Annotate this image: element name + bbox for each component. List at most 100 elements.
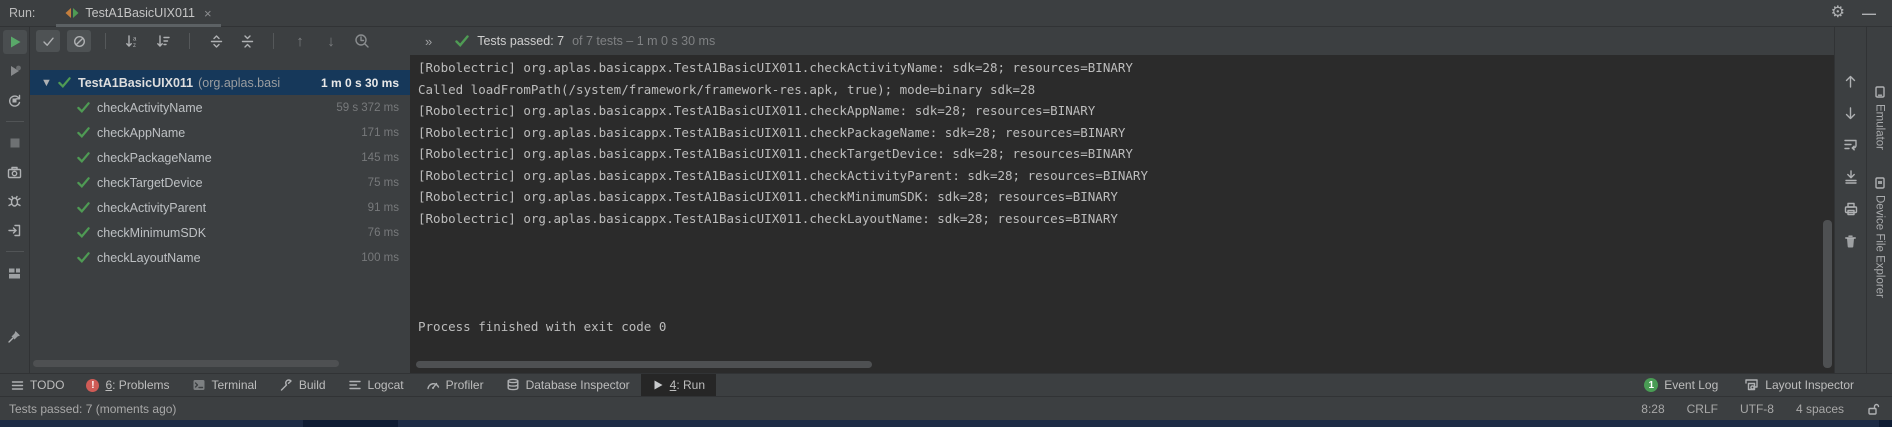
tool-button-terminal[interactable]: Terminal <box>181 374 268 396</box>
test-passed-icon <box>77 176 90 189</box>
test-row[interactable]: checkActivityParent 91 ms <box>30 195 410 220</box>
test-row[interactable]: checkActivityName 59 s 372 ms <box>30 95 410 120</box>
scroll-to-end-icon[interactable] <box>1839 165 1863 189</box>
test-name: checkLayoutName <box>97 251 201 265</box>
tool-button-label: 4: Run <box>670 378 705 392</box>
run-config-tab[interactable]: TestA1BasicUIX011 × <box>56 0 220 26</box>
suite-package: (org.aplas.basi <box>198 76 280 90</box>
test-duration: 171 ms <box>361 127 410 139</box>
print-icon[interactable] <box>1839 197 1863 221</box>
console-output: [Robolectric] org.aplas.basicappx.TestA1… <box>410 55 1834 373</box>
tool-button-logcat[interactable]: Logcat <box>337 374 415 396</box>
test-row[interactable]: checkAppName 171 ms <box>30 120 410 145</box>
restore-layout-icon[interactable] <box>3 261 27 285</box>
toggle-auto-test-button[interactable] <box>3 88 27 112</box>
test-row[interactable]: checkLayoutName 100 ms <box>30 245 410 270</box>
tool-button-build[interactable]: Build <box>268 374 337 396</box>
database-icon <box>506 378 520 392</box>
bottom-tool-window-bar: TODO ! 6: Problems Terminal Build Logcat <box>0 373 1892 396</box>
test-tree-panel: ▼ TestA1BasicUIX011 (org.aplas.basi 1 m … <box>30 55 410 373</box>
pin-tab-icon[interactable] <box>3 324 27 348</box>
test-duration: 59 s 372 ms <box>336 102 410 114</box>
chevron-down-icon[interactable]: ▼ <box>41 77 53 89</box>
show-passed-toggle[interactable] <box>36 30 60 52</box>
lock-icon[interactable] <box>1866 402 1880 416</box>
test-name: checkAppName <box>97 126 185 140</box>
tool-button-label: Device File Explorer <box>1874 195 1886 298</box>
caret-position[interactable]: 8:28 <box>1641 402 1664 416</box>
device-file-explorer-icon <box>1873 176 1887 190</box>
line-separator[interactable]: CRLF <box>1687 402 1718 416</box>
tool-button-label: Database Inspector <box>526 378 630 392</box>
rerun-button[interactable] <box>3 30 27 54</box>
emulator-icon <box>1873 85 1887 99</box>
test-passed-icon <box>58 76 71 89</box>
jump-to-console-icon[interactable] <box>3 218 27 242</box>
run-tool-window: Run: TestA1BasicUIX011 × ⚙ — <box>0 0 1892 427</box>
tool-button-emulator[interactable]: Emulator <box>1873 85 1887 150</box>
bottom-strip <box>0 420 1892 427</box>
show-ignored-toggle[interactable] <box>67 30 91 52</box>
gear-icon[interactable]: ⚙ <box>1831 5 1845 21</box>
down-stacktrace-icon[interactable] <box>1839 101 1863 125</box>
test-suite-row[interactable]: ▼ TestA1BasicUIX011 (org.aplas.basi 1 m … <box>30 70 410 95</box>
tab-close-icon[interactable]: × <box>204 6 212 21</box>
test-passed-icon <box>77 201 90 214</box>
console-line: [Robolectric] org.aplas.basicappx.TestA1… <box>418 208 1834 230</box>
tool-button-layout-inspector[interactable]: Layout Inspector <box>1744 378 1854 392</box>
svg-text:z: z <box>133 43 136 49</box>
test-row[interactable]: checkPackageName 145 ms <box>30 145 410 170</box>
tab-title: TestA1BasicUIX011 <box>85 6 195 20</box>
test-history-icon[interactable] <box>350 30 374 52</box>
console-line: [Robolectric] org.aplas.basicappx.TestA1… <box>418 165 1834 187</box>
android-test-config-icon <box>65 6 79 20</box>
test-row[interactable]: checkMinimumSDK 76 ms <box>30 220 410 245</box>
tool-button-problems[interactable]: ! 6: Problems <box>75 374 180 396</box>
right-tool-window-bar: Emulator Device File Explorer <box>1866 27 1892 373</box>
tool-button-event-log[interactable]: 1 Event Log <box>1644 378 1718 392</box>
console-vertical-scrollbar[interactable] <box>1823 220 1832 368</box>
rerun-failed-tests-button[interactable] <box>3 59 27 83</box>
attach-debugger-icon[interactable] <box>3 189 27 213</box>
tool-button-label: TODO <box>30 378 64 392</box>
console-line: [Robolectric] org.aplas.basicappx.TestA1… <box>418 143 1834 165</box>
tool-button-run[interactable]: 4: Run <box>641 374 716 396</box>
more-actions-chevrons[interactable]: » <box>425 34 433 49</box>
error-icon: ! <box>86 379 99 392</box>
test-row[interactable]: checkTargetDevice 75 ms <box>30 170 410 195</box>
previous-failed-test-icon[interactable]: ↑ <box>288 30 312 52</box>
file-encoding[interactable]: UTF-8 <box>1740 402 1774 416</box>
stop-button[interactable] <box>3 131 27 155</box>
test-passed-icon <box>77 151 90 164</box>
console-horizontal-scrollbar[interactable] <box>416 361 872 368</box>
tool-button-label: Event Log <box>1664 378 1718 392</box>
up-stacktrace-icon[interactable] <box>1839 69 1863 93</box>
tool-button-database-inspector[interactable]: Database Inspector <box>495 374 641 396</box>
run-header: Run: TestA1BasicUIX011 × ⚙ — <box>0 0 1892 27</box>
dump-threads-icon[interactable] <box>3 160 27 184</box>
soft-wrap-icon[interactable] <box>1839 133 1863 157</box>
test-duration: 75 ms <box>368 177 410 189</box>
sort-alphabetically-icon[interactable]: a z <box>120 30 144 52</box>
tool-button-todo[interactable]: TODO <box>0 374 75 396</box>
tool-button-device-file-explorer[interactable]: Device File Explorer <box>1873 176 1887 298</box>
hide-window-icon[interactable]: — <box>1862 6 1876 20</box>
console-right-toolbar <box>1834 27 1866 373</box>
toolbar-separator <box>273 33 274 49</box>
toolbar-separator <box>105 33 106 49</box>
indent-setting[interactable]: 4 spaces <box>1796 402 1844 416</box>
active-tab-indicator <box>56 24 220 27</box>
sort-by-duration-icon[interactable] <box>151 30 175 52</box>
next-failed-test-icon[interactable]: ↓ <box>319 30 343 52</box>
summary-passed-text: Tests passed: 7 <box>477 34 564 48</box>
expand-all-icon[interactable] <box>204 30 228 52</box>
tree-horizontal-scrollbar[interactable] <box>33 360 339 367</box>
test-tree-toolbar: a z <box>30 27 1834 55</box>
clear-console-icon[interactable] <box>1839 229 1863 253</box>
test-passed-icon <box>77 251 90 264</box>
tool-button-profiler[interactable]: Profiler <box>415 374 495 396</box>
collapse-all-icon[interactable] <box>235 30 259 52</box>
run-label: Run: <box>9 6 35 20</box>
test-passed-icon <box>77 226 90 239</box>
todo-icon <box>11 379 24 392</box>
